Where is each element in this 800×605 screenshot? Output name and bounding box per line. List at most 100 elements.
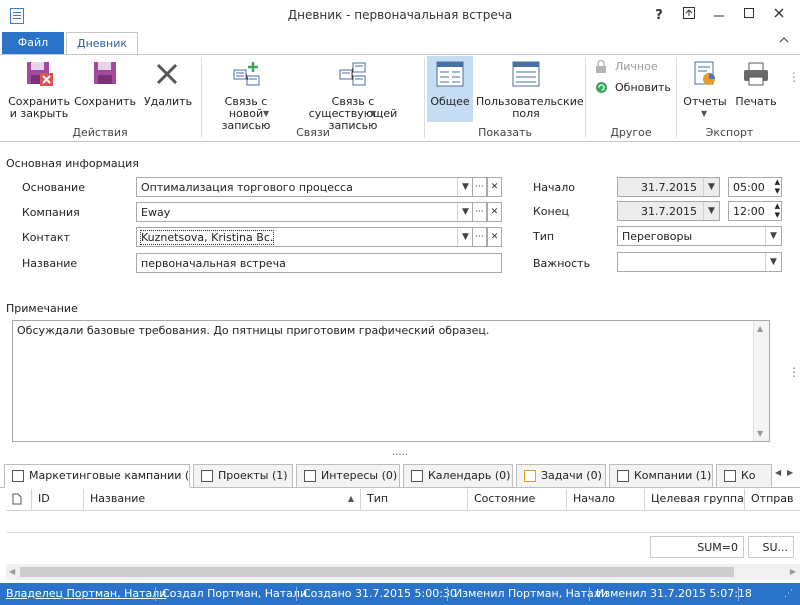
tab-marketing-campaigns[interactable]: Маркетинговые кампании (0) [4,464,190,488]
splitter-handle[interactable]: ..... [0,447,800,458]
company-browse-button[interactable]: ··· [472,202,487,222]
resize-grip-icon[interactable]: ⋰ [784,589,793,599]
basis-field[interactable]: Оптимализация торгового процесса ▼ [136,177,474,197]
status-owner[interactable]: Владелец Портман, Натали [0,583,172,605]
note-value: Обсуждали базовые требования. До пятницы… [17,324,490,337]
chevron-down-icon[interactable]: ▼ [765,227,781,245]
name-field[interactable]: первоначальная встреча [136,253,502,273]
group-label-export: Экспорт [705,126,754,139]
tab-file[interactable]: Файл [2,32,64,54]
tab-label: Маркетинговые кампании (0) [29,469,190,482]
importance-select[interactable]: ▼ [617,252,782,272]
calendar-icon [411,470,423,482]
col-type[interactable]: Тип [361,489,468,511]
company-value: Eway [141,206,171,219]
note-scrollbar[interactable]: ▲ ▼ [753,321,769,441]
status-modified-at: Изменил 31.7.2015 5:07:18 [596,587,752,600]
note-label: Примечание [6,302,78,315]
contact-icon [724,470,736,482]
type-value: Переговоры [622,230,693,243]
basis-clear-button[interactable]: ✕ [487,177,502,197]
time-spinner-icon[interactable]: ▲ ▼ [775,202,780,220]
tab-companies[interactable]: Компании (1) [609,464,713,488]
start-label: Начало [533,181,576,194]
help-button[interactable]: ? [648,6,670,26]
tab-interests[interactable]: Интересы (0) [296,464,400,488]
contact-field[interactable]: Kuznetsova, Kristina Bc. ▼ [136,227,474,247]
delete-label: Удалить [143,95,193,108]
col-sent[interactable]: Отправ [745,489,800,511]
end-date-value: 31.7.2015 [641,205,697,218]
col-name[interactable]: Название ▲ [84,489,361,511]
custom-fields-label: Пользовательские поля [476,95,584,120]
scroll-left-icon[interactable]: ◀ [9,567,15,576]
save-button[interactable]: Сохранить [74,58,136,124]
section-title: Основная информация [6,157,139,170]
refresh-button[interactable]: Обновить [595,80,675,96]
tab-calendar[interactable]: Календарь (0) [403,464,513,488]
tabs-scroll-left-icon[interactable]: ◀ [775,468,781,477]
tab-label: Задачи (0) [541,469,602,482]
reports-button[interactable]: Отчеты ▼ [680,58,730,124]
time-spinner-icon[interactable]: ▲ ▼ [775,178,780,196]
personal-button[interactable]: Личное [595,59,665,75]
new-document-icon[interactable] [6,489,32,511]
tab-projects[interactable]: Проекты (1) [193,464,293,488]
scroll-thumb[interactable] [20,567,734,577]
chevron-up-icon[interactable] [776,34,792,50]
col-start[interactable]: Начало [567,489,645,511]
save-close-button[interactable]: Сохранить и закрыть [6,58,72,124]
company-clear-button[interactable]: ✕ [487,202,502,222]
scroll-right-icon[interactable]: ▶ [790,567,796,576]
col-target-group[interactable]: Целевая группа [645,489,745,511]
col-state[interactable]: Состояние [468,489,567,511]
contact-value: Kuznetsova, Kristina Bc. [139,230,275,245]
end-time-field[interactable]: 12:00 ▲ ▼ [728,201,782,221]
project-icon [201,470,213,482]
tabs-scroll-right-icon[interactable]: ▶ [787,468,793,477]
grid-horizontal-scrollbar[interactable]: ◀ ▶ [6,564,800,580]
name-label: Название [22,257,78,270]
note-textarea[interactable]: Обсуждали базовые требования. До пятницы… [12,320,770,442]
chevron-down-icon[interactable]: ▼ [703,178,719,196]
general-view-button[interactable]: Общее [427,56,473,122]
contact-browse-button[interactable]: ··· [472,227,487,247]
ribbon-scroll-handle[interactable]: ⋮ [788,70,800,84]
close-button[interactable] [768,6,790,26]
col-id[interactable]: ID [32,489,84,511]
chevron-down-icon[interactable]: ▼ [457,178,473,196]
tab-tasks[interactable]: Задачи (0) [516,464,606,488]
basis-browse-button[interactable]: ··· [472,177,487,197]
chevron-down-icon[interactable]: ▼ [703,202,719,220]
maximize-button[interactable] [738,6,760,26]
print-label: Печать [735,95,777,108]
chevron-down-icon[interactable]: ▼ [457,203,473,221]
chevron-down-icon[interactable]: ▼ [765,253,781,271]
side-splitter-handle[interactable]: ⋮ [788,365,800,379]
link-existing-record-button[interactable]: Связь с существующей записью ▼ [290,58,416,132]
tab-label: Интересы (0) [321,469,398,482]
type-select[interactable]: Переговоры ▼ [617,226,782,246]
end-label: Конец [533,205,569,218]
link-new-record-button[interactable]: Связь с новой записью ▼ [206,58,286,132]
company-field[interactable]: Eway ▼ [136,202,474,222]
start-time-field[interactable]: 05:00 ▲ ▼ [728,177,782,197]
chevron-down-icon[interactable]: ▼ [457,228,473,246]
print-button[interactable]: Печать [732,58,780,124]
tab-label: Проекты (1) [218,469,288,482]
minimize-button[interactable] [708,6,730,26]
start-date-field[interactable]: 31.7.2015 ▼ [617,177,720,197]
custom-fields-button[interactable]: Пользовательские поля [476,58,584,124]
tab-diary[interactable]: Дневник [66,32,138,55]
tab-label: Ко [741,469,756,482]
end-time-value: 12:00 [733,205,765,218]
basis-value: Оптимализация торгового процесса [141,181,353,194]
restore-icon[interactable] [678,6,700,26]
end-date-field[interactable]: 31.7.2015 ▼ [617,201,720,221]
tab-contacts[interactable]: Ко [716,464,772,488]
interest-icon [304,470,316,482]
group-label-actions: Действия [72,126,128,139]
basis-label: Основание [22,181,85,194]
delete-button[interactable]: Удалить [138,58,198,124]
contact-clear-button[interactable]: ✕ [487,227,502,247]
